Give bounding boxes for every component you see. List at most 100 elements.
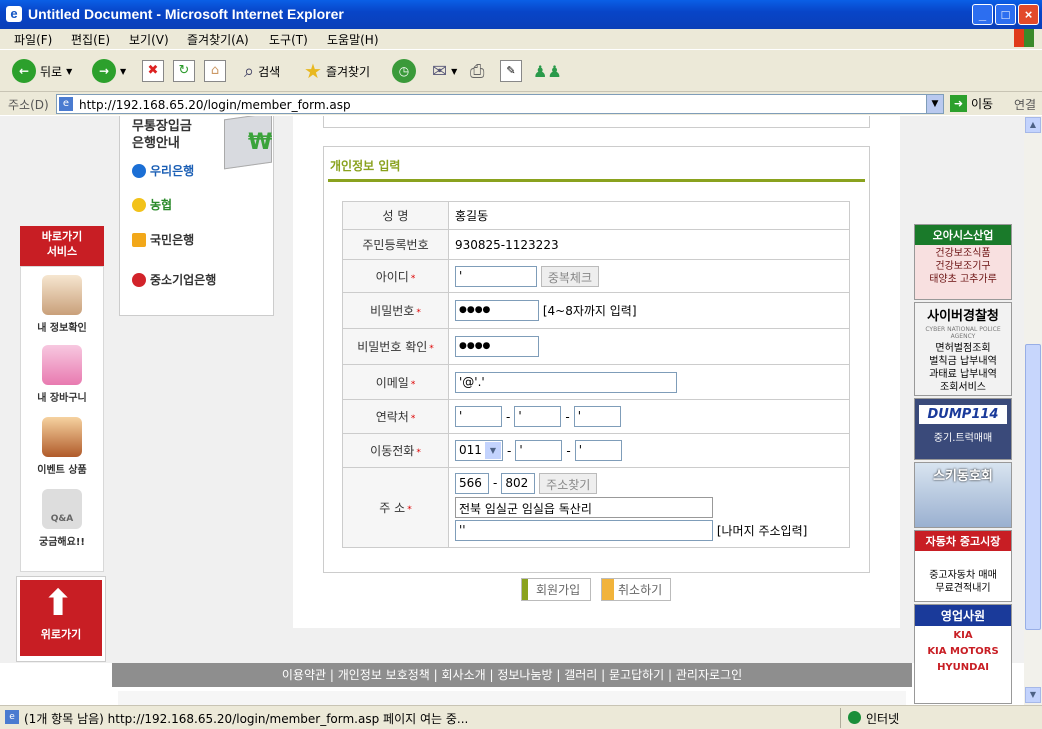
stop-button[interactable]: ✖ [142,58,164,84]
page-icon: e [59,97,73,111]
stop-icon: ✖ [142,60,164,82]
nav-event[interactable]: 이벤트 상품 [25,417,99,476]
member-form-table: 성 명 홍길동 주민등록번호 930825-1123223 아이디 * ' 중복체… [342,201,850,548]
footer-area [118,691,906,705]
footer-links[interactable]: 이용약관 | 개인정보 보호정책 | 회사소개 | 정보나눔방 | 갤러리 | … [112,663,912,687]
forward-button[interactable]: → ▼ [92,58,126,84]
print-button[interactable]: ⎙ [470,58,484,84]
address-input[interactable]: e http://192.168.65.20/login/member_form… [56,94,944,114]
carrier-select[interactable]: 011 ▼ [455,440,503,461]
address-label: 주 소 [379,501,406,515]
menu-view[interactable]: 보기(V) [129,31,169,48]
menu-edit[interactable]: 편집(E) [71,31,110,48]
chevron-down-icon: ▼ [485,442,501,459]
password-confirm-input[interactable]: ●●●● [455,336,539,357]
links-button[interactable]: 연결 [1014,96,1036,113]
messenger-icon: ♟♟ [533,61,562,81]
go-button[interactable]: ➜ 이동 [950,95,993,112]
nav-my-info[interactable]: 내 정보확인 [25,275,99,334]
nav-qna[interactable]: Q&A 궁금해요!! [25,489,99,548]
section-title: 개인정보 입력 [330,159,401,173]
couple-icon [42,275,82,315]
nav-my-cart[interactable]: 내 장바구니 [25,345,99,404]
close-button[interactable]: × [1018,4,1039,25]
submit-join-button[interactable]: 회원가입 [521,578,591,601]
mail-icon: ✉ [432,60,448,82]
name-label: 성 명 [342,201,449,230]
ad-sales-rep[interactable]: 영업사원 KIA KIA MOTORS HYUNDAI [914,604,1012,704]
scroll-up-icon[interactable]: ▲ [1025,117,1041,133]
ad-used-car-market[interactable]: 자동차 중고시장 중고자동차 매매 무료견적내기 [914,530,1012,602]
history-button[interactable]: ◷ [392,58,416,84]
ad-ski-club[interactable]: 스키동호회 [914,462,1012,528]
mail-button[interactable]: ✉ ▼ [432,58,457,84]
minimize-button[interactable]: _ [972,4,993,25]
address-label: 주소(D) [8,98,49,112]
form-buttons: 회원가입 취소하기 [521,578,671,601]
required-mark: * [407,505,412,515]
zip-input-1[interactable]: 566 [455,472,489,494]
row-password: 비밀번호 * ●●●● [4~8자까지 입력] [342,292,850,329]
password-confirm-label: 비밀번호 확인 [357,340,428,354]
maximize-button[interactable]: □ [995,4,1016,25]
go-arrow-icon: ➜ [950,95,967,112]
qna-headset-icon: Q&A [42,489,82,529]
scroll-down-icon[interactable]: ▼ [1025,687,1041,703]
phone-input-1[interactable]: ' [455,406,502,427]
address-url: http://192.168.65.20/login/member_form.a… [79,98,351,112]
password-input[interactable]: ●●●● [455,300,539,321]
find-address-button[interactable]: 주소찾기 [539,472,598,494]
userid-input[interactable]: ' [455,265,537,287]
address-line1-input[interactable]: 전북 임실군 임실읍 독산리 [455,496,713,518]
favorites-button[interactable]: ★ 즐겨찾기 [304,58,370,84]
history-icon: ◷ [392,59,416,83]
zip-input-2[interactable]: 802 [501,472,536,494]
mobile-input-2[interactable]: ' [574,440,622,461]
menu-tools[interactable]: 도구(T) [269,31,308,48]
address-line2-input[interactable]: '' [455,519,713,541]
scroll-thumb[interactable] [1025,344,1041,630]
home-button[interactable]: ⌂ [204,58,226,84]
phone-input-2[interactable]: ' [514,406,562,427]
ad-oasis[interactable]: 오아시스산업 건강보조식품 건강보조기구 태양초 고추가루 [914,224,1012,300]
menu-favorites[interactable]: 즐겨찾기(A) [187,31,249,48]
join-marker-icon [522,579,528,600]
toolbar: ← 뒤로 ▼ → ▼ ✖ ↻ ⌂ ⌕ 검색 ★ 즐겨찾기 ◷ ✉ ▼ ⎙ ✎ ♟♟ [0,49,1042,91]
cancel-button[interactable]: 취소하기 [601,578,671,601]
edit-icon: ✎ [500,60,522,82]
ad-dump114[interactable]: DUMP114 중기.트럭매매 [914,398,1012,460]
status-bar: e (1개 항목 남음) http://192.168.65.20/login/… [0,705,1042,729]
go-top-button[interactable]: ⬆ 위로가기 [16,576,106,662]
menu-file[interactable]: 파일(F) [14,31,52,48]
quick-nav-panel: 내 정보확인 내 장바구니 이벤트 상품 Q&A 궁금해요!! [20,266,104,572]
required-mark: * [410,414,416,424]
email-input[interactable]: '@'.' [455,371,677,393]
phone-input-3[interactable]: ' [573,406,621,427]
mobile-input-1[interactable]: ' [515,440,563,461]
duplicate-check-button[interactable]: 중복체크 [540,265,599,287]
section-underline [328,179,865,182]
refresh-button[interactable]: ↻ [173,58,195,84]
bank-nonghyup: 농협 [132,196,172,213]
address-line2-hint: [나머지 주소입력] [716,523,808,538]
won-icon: ₩ [248,130,273,155]
messenger-button[interactable]: ♟♟ [533,58,562,84]
page-content: 무통장입금 은행안내 ₩ 우리은행 농협 국민은행 중소기업은행 바로가기 서비스 … [0,116,1024,705]
edit-button[interactable]: ✎ [500,58,522,84]
required-mark: * [410,379,416,390]
previous-section-box [323,116,870,128]
chevron-down-icon[interactable]: ▼ [926,95,943,113]
back-button[interactable]: ← 뒤로 ▼ [12,58,72,84]
forward-arrow-icon: → [92,59,116,83]
menu-bar: 파일(F) 편집(E) 보기(V) 즐겨찾기(A) 도구(T) 도움말(H) [0,29,1042,49]
row-password-confirm: 비밀번호 확인 * ●●●● [342,328,850,365]
bank-info-box: 무통장입금 은행안내 ₩ 우리은행 농협 국민은행 중소기업은행 [119,116,274,316]
menu-help[interactable]: 도움말(H) [327,31,379,48]
search-button[interactable]: ⌕ 검색 [244,58,280,84]
vertical-scrollbar[interactable]: ▲ ▼ [1024,116,1042,705]
row-name: 성 명 홍길동 [342,201,850,230]
shopping-bag-icon [42,345,82,385]
ad-cyber-police[interactable]: 사이버경찰청 CYBER NATIONAL POLICE AGENCY 면허벌점… [914,302,1012,396]
page-loading-icon: e [5,710,19,724]
required-mark: * [416,448,421,458]
